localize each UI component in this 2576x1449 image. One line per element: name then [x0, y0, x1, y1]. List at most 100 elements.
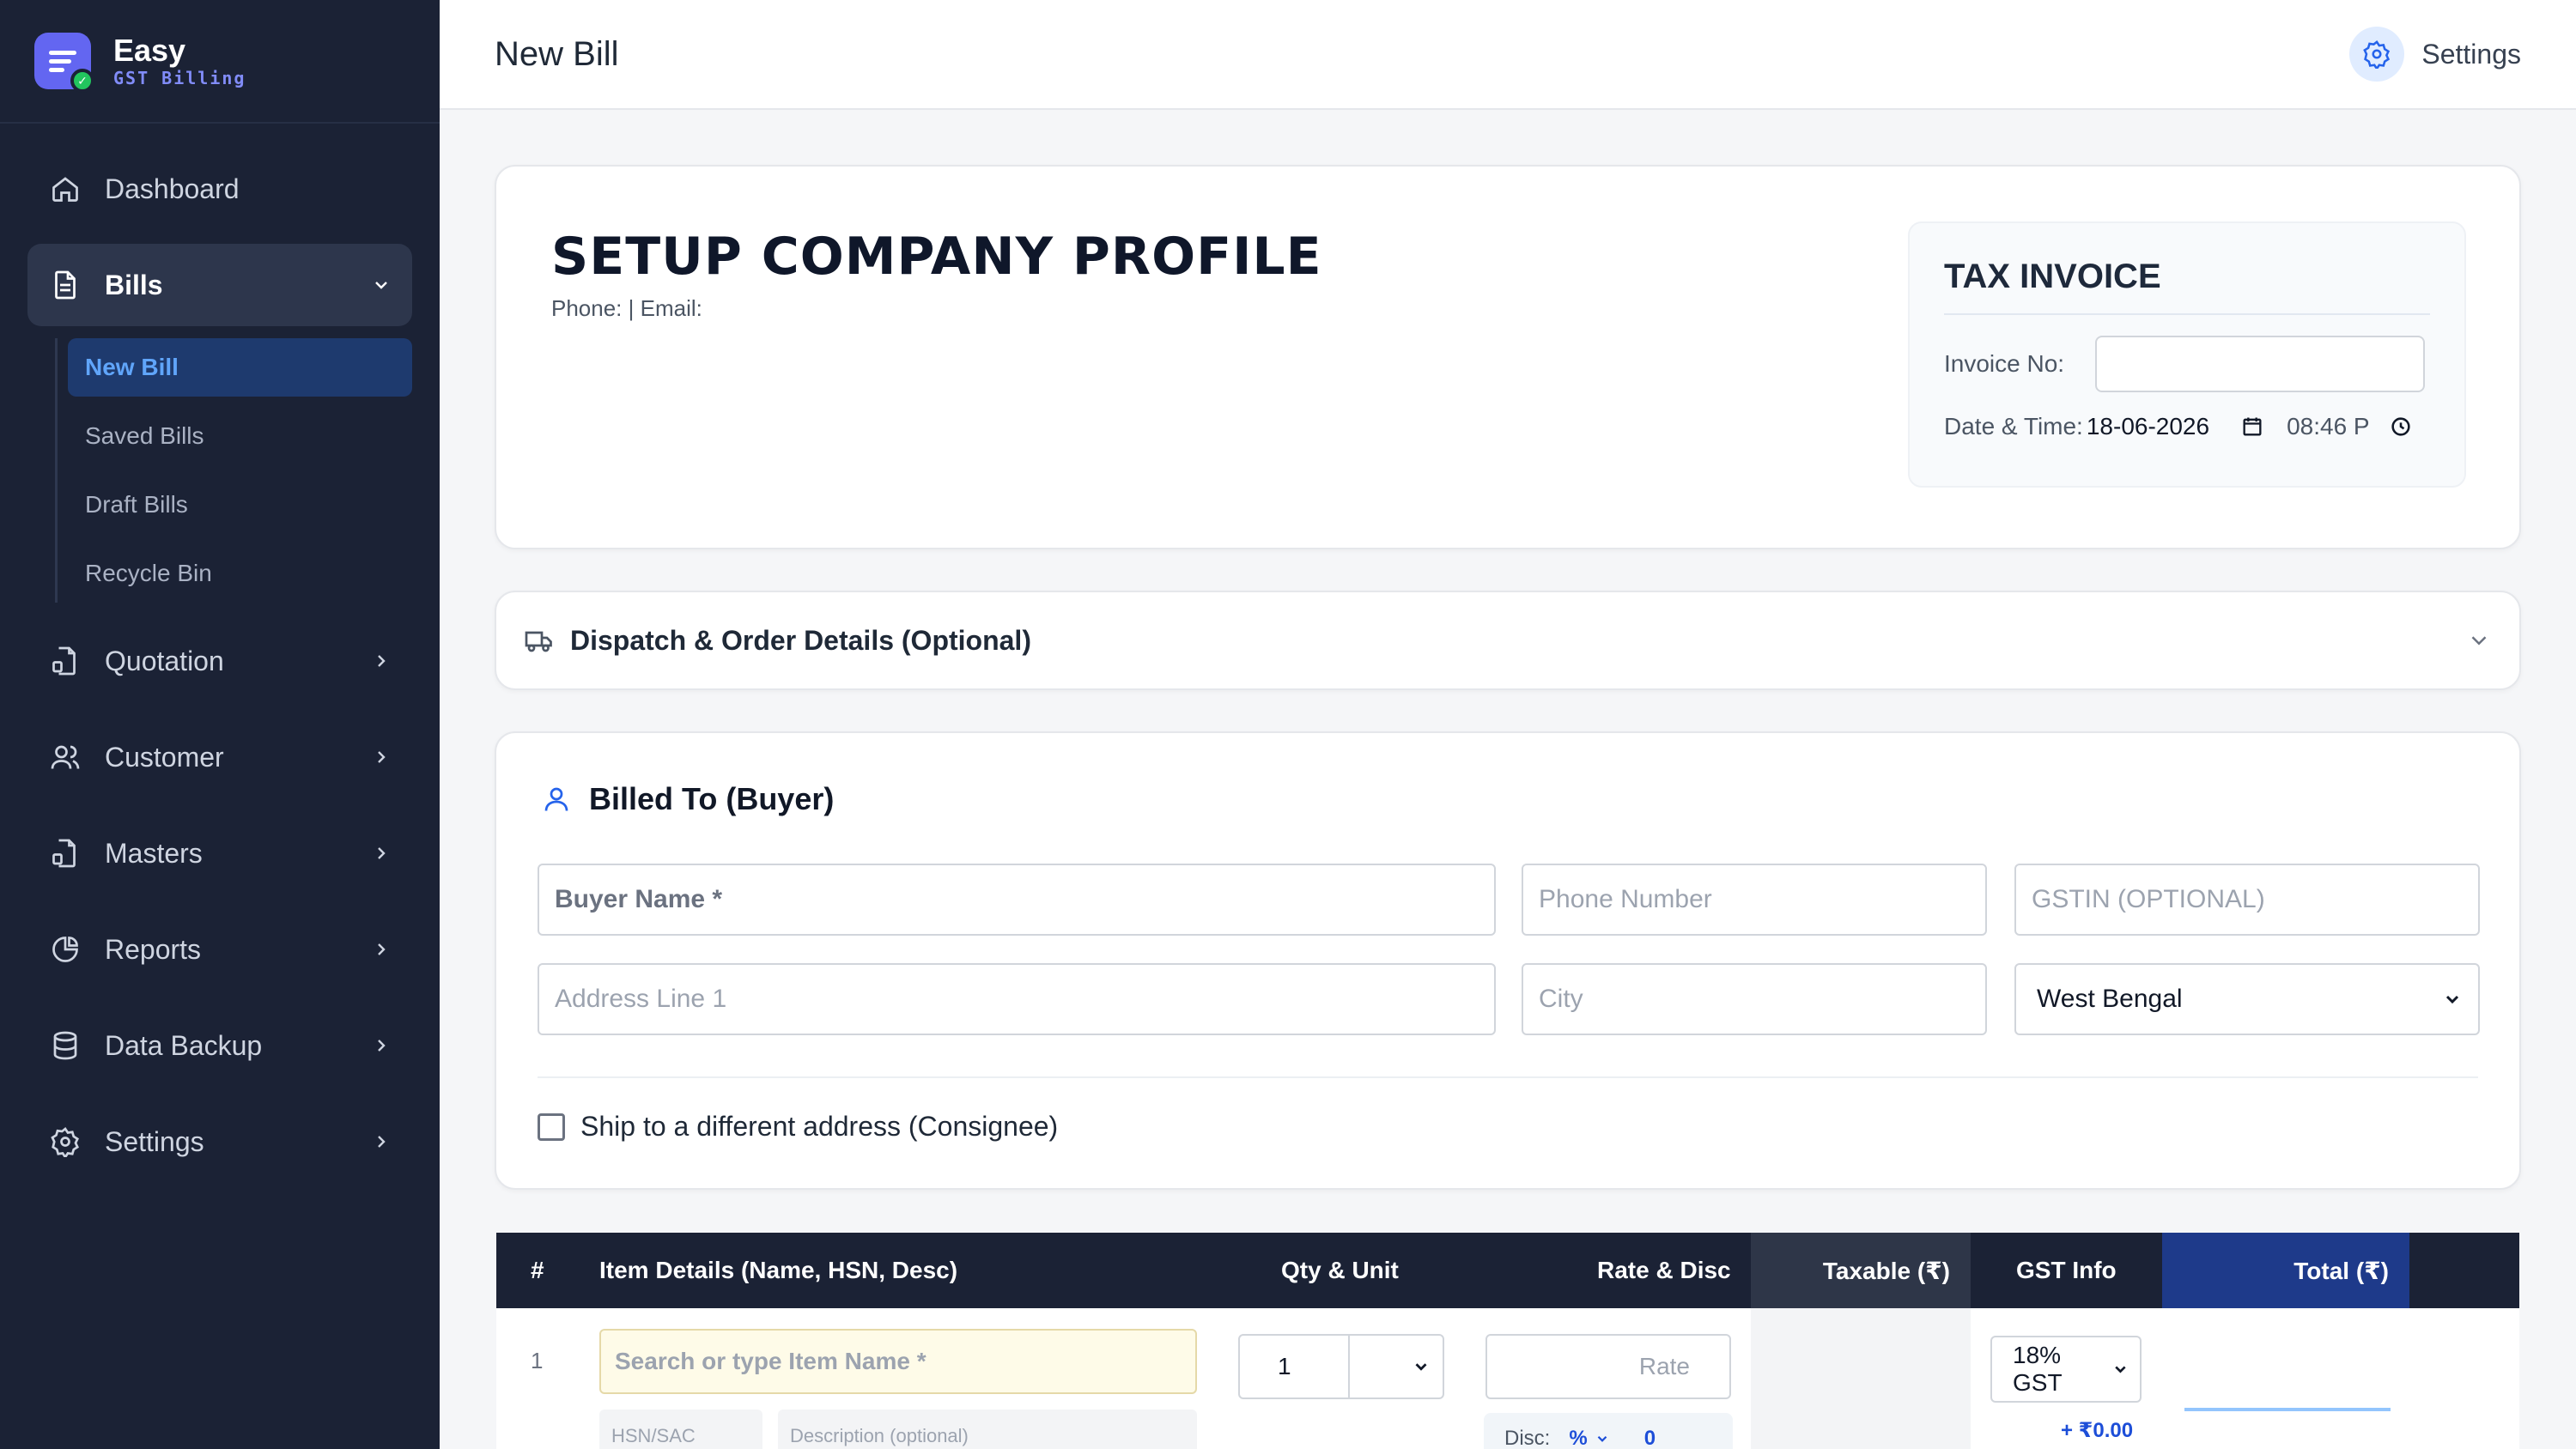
table-header: # Item Details (Name, HSN, Desc) Qty & U… [496, 1233, 2519, 1308]
user-icon [544, 787, 568, 811]
gst-amount: + ₹0.00 [2061, 1419, 2134, 1442]
chevron-right-icon [378, 1136, 386, 1148]
company-contact: Phone: | Email: [551, 295, 702, 321]
sidebar-item-dashboard[interactable]: Dashboard [27, 148, 412, 230]
buyer-name-input[interactable]: Buyer Name * [538, 864, 1496, 936]
date-input[interactable]: 18-06-2026 [2087, 413, 2209, 440]
description-input[interactable]: Description (optional) [778, 1410, 1197, 1449]
sidebar-item-settings[interactable]: Settings [27, 1100, 412, 1183]
company-title[interactable]: SETUP COMPANY PROFILE [551, 227, 1322, 287]
gear-icon [48, 1125, 82, 1159]
gst-rate-value: 18% GST [2013, 1342, 2063, 1396]
sidebar-item-reports[interactable]: Reports [27, 908, 412, 991]
brand-logo-icon: ✓ [34, 33, 94, 93]
sidebar-item-label: Masters [105, 837, 203, 869]
chevron-right-icon [378, 751, 386, 763]
sidebar-subitem-recycle-bin[interactable]: Recycle Bin [68, 544, 412, 603]
col-header-item-details: Item Details (Name, HSN, Desc) [599, 1257, 958, 1283]
col-header-number: # [531, 1257, 544, 1283]
sidebar-item-label: Quotation [105, 645, 224, 676]
discount-type-select[interactable]: % [1569, 1427, 1587, 1449]
sidebar-item-customer[interactable]: Customer [27, 716, 412, 798]
col-header-gst: GST Info [2016, 1257, 2117, 1283]
chevron-right-icon [378, 655, 386, 667]
gst-rate-select[interactable]: 18% GST [1990, 1336, 2142, 1403]
settings-button[interactable]: Settings [2349, 27, 2521, 82]
row-number: 1 [531, 1348, 544, 1373]
sidebar-subitem-saved-bills[interactable]: Saved Bills [68, 407, 412, 465]
state-select[interactable]: West Bengal [2014, 963, 2480, 1035]
quotation-icon [48, 644, 82, 678]
billed-to-card: Billed To (Buyer) Buyer Name * Phone Num… [495, 731, 2521, 1190]
sidebar-subitem-draft-bills[interactable]: Draft Bills [68, 476, 412, 534]
clock-icon[interactable] [2389, 415, 2413, 439]
qty-input[interactable]: 1 [1240, 1336, 1350, 1397]
discount-value-input[interactable]: 0 [1644, 1427, 1656, 1449]
sidebar-item-label: Bills [105, 269, 163, 300]
page-title: New Bill [495, 34, 619, 73]
dispatch-title: Dispatch & Order Details (Optional) [570, 624, 1031, 656]
truck-icon [525, 631, 552, 652]
invoice-box: TAX INVOICE Invoice No: Date & Time: 18-… [1908, 221, 2466, 488]
city-input[interactable]: City [1522, 963, 1987, 1035]
chevron-right-icon [378, 1040, 386, 1052]
gstin-input[interactable]: GSTIN (OPTIONAL) [2014, 864, 2480, 936]
ship-different-row[interactable]: Ship to a different address (Consignee) [538, 1111, 1058, 1143]
sidebar-item-masters[interactable]: Masters [27, 812, 412, 894]
total-cell-underline [2184, 1408, 2391, 1411]
chevron-down-icon [1415, 1363, 1427, 1371]
chevron-down-icon [2471, 636, 2487, 646]
chevron-down-icon [2445, 995, 2459, 1004]
chevron-down-icon [375, 282, 387, 289]
top-header: New Bill Settings [440, 0, 2576, 110]
gear-icon [2349, 27, 2405, 82]
phone-number-input[interactable]: Phone Number [1522, 864, 1987, 936]
sidebar-item-label: Customer [105, 741, 224, 773]
discount-group: Disc: % 0 [1484, 1413, 1733, 1449]
col-header-total: Total (₹) [2162, 1233, 2409, 1308]
brand-subtitle: GST Billing [113, 68, 246, 88]
sidebar-item-label: Dashboard [105, 173, 240, 204]
invoice-no-input[interactable] [2095, 336, 2426, 392]
chevron-down-icon [2115, 1366, 2126, 1373]
bills-subnav: New Bill Saved Bills Draft Bills Recycle… [55, 338, 412, 603]
datetime-row: Date & Time: 18-06-2026 08:46 P [1944, 413, 2430, 440]
unit-select[interactable] [1350, 1336, 1443, 1397]
dispatch-accordion[interactable]: Dispatch & Order Details (Optional) [495, 591, 2521, 690]
invoice-title: TAX INVOICE [1944, 258, 2430, 315]
chevron-right-icon [378, 847, 386, 859]
sidebar-nav: Dashboard Bills New Bill Saved Bills Dra… [0, 124, 440, 1183]
company-profile-card: SETUP COMPANY PROFILE Phone: | Email: TA… [495, 165, 2521, 549]
state-value: West Bengal [2037, 985, 2183, 1013]
sidebar-item-label: Data Backup [105, 1029, 263, 1061]
brand-name: Easy [113, 33, 186, 68]
item-name-input[interactable]: Search or type Item Name * [599, 1329, 1197, 1394]
document-icon [48, 268, 82, 302]
sidebar-subitem-new-bill[interactable]: New Bill [68, 338, 412, 397]
billed-to-heading: Billed To (Buyer) [541, 781, 834, 817]
settings-label: Settings [2421, 38, 2521, 70]
divider [538, 1076, 2478, 1078]
brand[interactable]: ✓ Easy GST Billing [0, 0, 440, 124]
qty-unit-group: 1 [1238, 1334, 1444, 1399]
users-icon [48, 740, 82, 774]
taxable-cell [1751, 1308, 1971, 1449]
ship-different-label: Ship to a different address (Consignee) [580, 1111, 1059, 1142]
items-table: # Item Details (Name, HSN, Desc) Qty & U… [496, 1233, 2519, 1449]
sidebar-item-data-backup[interactable]: Data Backup [27, 1004, 412, 1087]
address-input[interactable]: Address Line 1 [538, 963, 1496, 1035]
ship-different-checkbox[interactable] [538, 1113, 565, 1141]
sidebar-item-quotation[interactable]: Quotation [27, 620, 412, 702]
hsn-input[interactable]: HSN/SAC [599, 1410, 762, 1449]
rate-input[interactable]: Rate [1485, 1334, 1731, 1399]
time-input[interactable]: 08:46 P [2287, 413, 2370, 440]
discount-label: Disc: [1504, 1427, 1551, 1449]
datetime-label: Date & Time: [1944, 413, 2083, 440]
col-header-rate: Rate & Disc [1597, 1257, 1731, 1283]
calendar-icon[interactable] [2240, 415, 2264, 439]
invoice-no-label: Invoice No: [1944, 350, 2065, 377]
masters-icon [48, 836, 82, 870]
sidebar: ✓ Easy GST Billing Dashboard Bills New B… [0, 0, 440, 1449]
database-icon [48, 1028, 82, 1063]
sidebar-item-bills[interactable]: Bills [27, 244, 412, 326]
